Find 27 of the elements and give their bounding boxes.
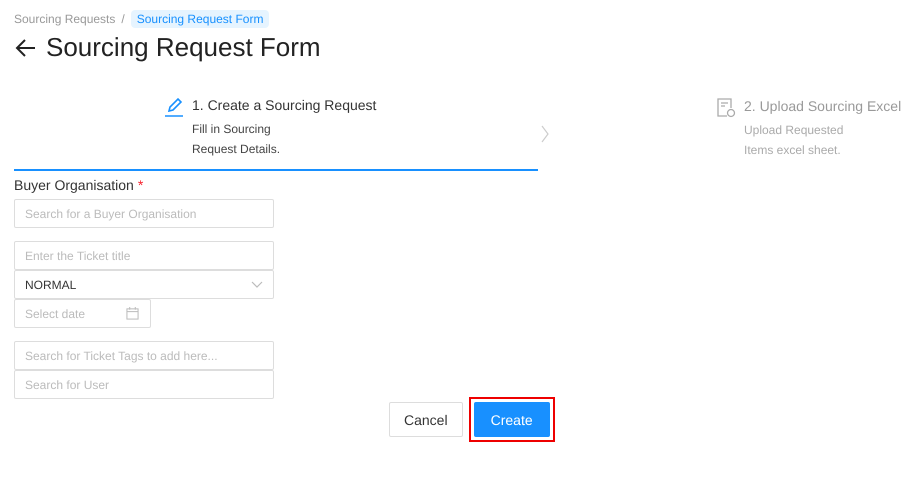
step-description: Fill in Sourcing — [192, 121, 272, 138]
select-field[interactable]: NORMAL — [14, 270, 274, 299]
input-field[interactable]: Search for a Buyer Organisation — [14, 199, 274, 228]
page-title: Sourcing Request Form — [46, 32, 321, 63]
required-mark: * — [138, 177, 144, 193]
step[interactable]: 1. Create a Sourcing Request Fill in Sourcing Request Details. — [14, 97, 538, 171]
field-label: Buyer Organisation — [14, 177, 134, 193]
input-field[interactable]: Enter the Ticket title — [14, 241, 274, 270]
breadcrumb-link[interactable]: Sourcing Request Form — [130, 10, 270, 28]
step[interactable]: 2. Upload Sourcing Excel Upload Requested Items excel sheet. — [716, 98, 906, 170]
chevron-right-icon — [540, 124, 550, 144]
step-title: 1. Create a Sourcing Request — [192, 97, 376, 113]
button[interactable]: Cancel — [389, 402, 463, 437]
input-field[interactable]: Search for User — [14, 370, 274, 399]
input-field[interactable]: Search for Ticket Tags to add here... — [14, 341, 274, 370]
chevron-down-icon — [251, 280, 263, 288]
step-description: Request Details. — [192, 141, 282, 158]
step-title: 2. Upload Sourcing Excel — [744, 98, 902, 114]
breadcrumb-link[interactable]: Sourcing Requests — [14, 10, 116, 28]
calendar-icon — [126, 307, 139, 320]
pencil-icon — [164, 97, 184, 117]
breadcrumb-separator: / — [121, 12, 125, 26]
step-description: Items excel sheet. — [744, 142, 842, 159]
step-description: Upload Requested — [744, 122, 844, 139]
date-field[interactable]: Select date — [14, 299, 151, 328]
document-icon — [716, 98, 736, 118]
button[interactable]: Create — [474, 402, 550, 437]
